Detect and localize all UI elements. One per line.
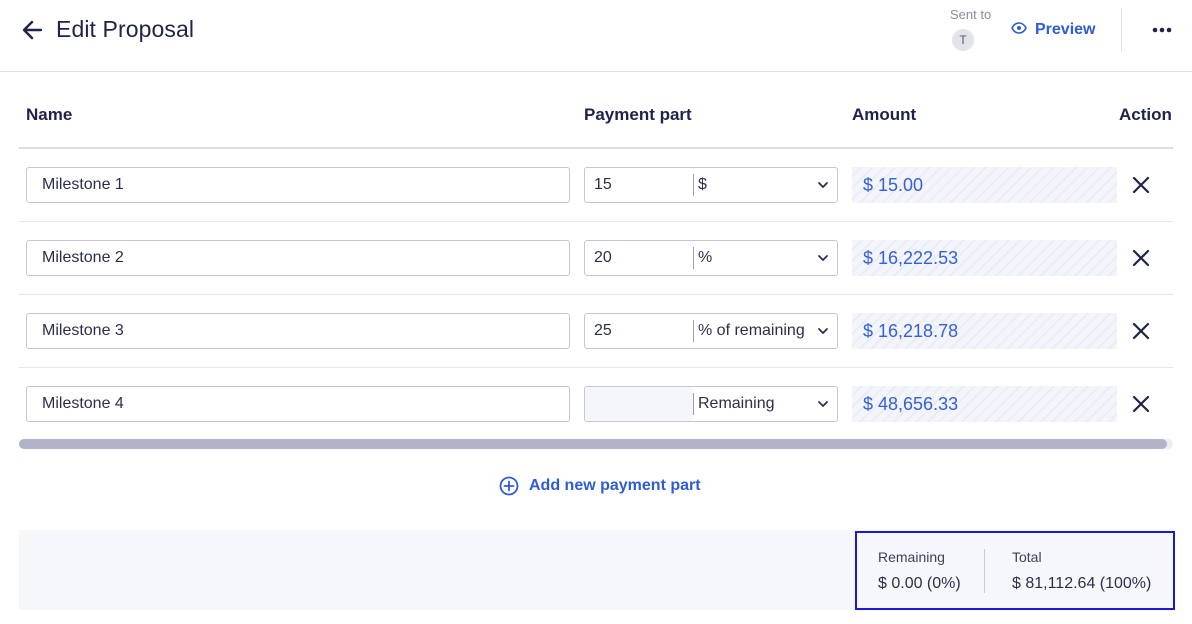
remove-row-icon[interactable]	[1131, 321, 1151, 341]
remove-row-icon[interactable]	[1131, 248, 1151, 268]
add-payment-part-label: Add new payment part	[529, 477, 701, 494]
milestone-name-input[interactable]: Milestone 1	[26, 167, 570, 203]
more-options-icon[interactable]	[1151, 22, 1173, 38]
payment-value-input	[585, 387, 693, 421]
remove-row-icon[interactable]	[1131, 175, 1151, 195]
header-divider	[1121, 8, 1122, 52]
table-row: Milestone 2 20 % $ 16,222.53	[19, 222, 1173, 295]
amount-value: $ 16,222.53	[852, 240, 1117, 276]
add-payment-part-button[interactable]: Add new payment part	[499, 474, 701, 498]
milestone-name-input[interactable]: Milestone 2	[26, 240, 570, 276]
column-header-name: Name	[26, 105, 73, 124]
page-title: Edit Proposal	[56, 16, 195, 42]
payment-field-divider	[693, 174, 694, 196]
summary-divider	[984, 549, 985, 593]
amount-value: $ 48,656.33	[852, 386, 1117, 422]
remaining-label: Remaining	[878, 549, 945, 565]
payment-value-input[interactable]: 20	[585, 241, 693, 275]
table-row: Milestone 4 Remaining $ 48,656.33	[19, 368, 1173, 441]
payment-part-field: Remaining	[584, 386, 838, 422]
column-header-action: Action	[1119, 105, 1172, 124]
payment-part-field: 20 %	[584, 240, 838, 276]
horizontal-scrollbar[interactable]	[19, 439, 1173, 449]
summary-box: Remaining $ 0.00 (0%) Total $ 81,112.64 …	[855, 531, 1175, 610]
scrollbar-thumb[interactable]	[19, 439, 1167, 449]
preview-button[interactable]: Preview	[1011, 19, 1095, 41]
milestone-name-input[interactable]: Milestone 4	[26, 386, 570, 422]
payment-field-divider	[693, 393, 694, 415]
payment-unit-select[interactable]: $	[698, 168, 707, 202]
payment-unit-select[interactable]: %	[698, 241, 712, 275]
remove-row-icon[interactable]	[1131, 394, 1151, 414]
chevron-down-icon[interactable]	[817, 179, 829, 191]
column-header-payment-part: Payment part	[584, 105, 692, 124]
eye-icon	[1011, 21, 1027, 39]
total-value: $ 81,112.64 (100%)	[1012, 575, 1152, 592]
payment-field-divider	[693, 247, 694, 269]
milestone-name-input[interactable]: Milestone 3	[26, 313, 570, 349]
back-arrow-icon[interactable]	[20, 17, 46, 43]
table-row: Milestone 3 25 % of remaining $ 16,218.7…	[19, 295, 1173, 368]
payment-field-divider	[693, 320, 694, 342]
payment-value-input[interactable]: 15	[585, 168, 693, 202]
amount-value: $ 15.00	[852, 167, 1117, 203]
sent-to-label: Sent to	[950, 7, 992, 22]
amount-value: $ 16,218.78	[852, 313, 1117, 349]
chevron-down-icon[interactable]	[817, 398, 829, 410]
chevron-down-icon[interactable]	[817, 325, 829, 337]
payment-value-input[interactable]: 25	[585, 314, 693, 348]
column-header-amount: Amount	[852, 105, 917, 124]
remaining-value: $ 0.00 (0%)	[878, 575, 961, 592]
payment-unit-select[interactable]: % of remaining	[698, 314, 805, 348]
page-header: Edit Proposal Sent to T Preview	[0, 0, 1192, 72]
avatar[interactable]: T	[952, 29, 974, 51]
payment-part-field: 25 % of remaining	[584, 313, 838, 349]
chevron-down-icon[interactable]	[817, 252, 829, 264]
total-label: Total	[1012, 549, 1042, 565]
preview-label: Preview	[1035, 21, 1096, 38]
payment-unit-select[interactable]: Remaining	[698, 387, 774, 421]
plus-circle-icon	[499, 476, 519, 496]
payment-part-field: 15 $	[584, 167, 838, 203]
table-row: Milestone 1 15 $ $ 15.00	[19, 149, 1173, 222]
